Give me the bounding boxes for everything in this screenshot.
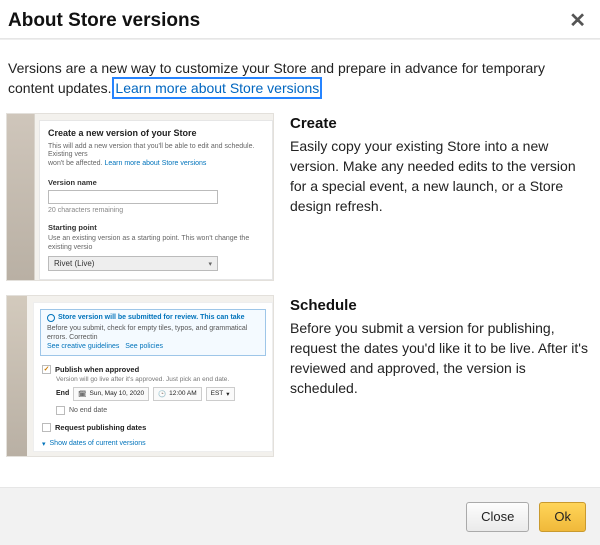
clock-icon: 🕒	[158, 390, 166, 398]
about-store-versions-modal: About Store versions ✕ Versions are a ne…	[0, 0, 600, 545]
thumb-end-label: End	[56, 390, 69, 397]
thumb-starting-point-desc: Use an existing version as a starting po…	[48, 235, 264, 253]
thumb-no-end-row: No end date	[56, 406, 264, 415]
thumb-publish-help: Version will go live after it's approved…	[56, 376, 264, 383]
thumbnail-schedule: Store version will be submitted for revi…	[6, 295, 274, 457]
checkbox-icon: ✓	[42, 365, 51, 374]
modal-footer: Close Ok	[0, 487, 600, 545]
thumb-info-banner: Store version will be submitted for revi…	[40, 309, 266, 356]
thumb-schedule-sidebar	[7, 296, 27, 456]
thumb-info-body: Before you submit, check for empty tiles…	[47, 325, 247, 341]
thumb-create-desc: This will add a new version that you'll …	[48, 143, 264, 169]
thumb-publish-block: ✓ Publish when approved Version will go …	[40, 362, 266, 451]
intro-text: Versions are a new way to customize your…	[8, 58, 592, 99]
close-icon[interactable]: ✕	[569, 11, 586, 31]
section-schedule: Store version will be submitted for revi…	[6, 295, 594, 457]
thumbnail-create: Create a new version of your Store This …	[6, 113, 274, 281]
thumb-end-date: 🗓 Sun, May 10, 2020	[73, 387, 149, 401]
thumb-schedule-panel: Store version will be submitted for revi…	[33, 302, 273, 452]
calendar-icon: 🗓	[78, 390, 86, 398]
caret-down-icon: ▾	[42, 440, 46, 448]
thumb-request-row: Request publishing dates	[42, 423, 264, 432]
thumb-char-remaining: 20 characters remaining	[48, 207, 264, 214]
modal-title: About Store versions	[8, 10, 200, 32]
thumb-disclosure: ▾ Show dates of current versions	[42, 440, 264, 448]
thumb-publish-label: Publish when approved	[55, 365, 139, 374]
checkbox-icon	[42, 423, 51, 432]
thumb-end-row: End 🗓 Sun, May 10, 2020 🕒 12:00 AM EST	[56, 387, 264, 401]
ok-button[interactable]: Ok	[539, 502, 586, 532]
modal-body: Versions are a new way to customize your…	[0, 40, 600, 487]
thumb-info-title: Store version will be submitted for revi…	[58, 314, 244, 321]
thumb-end-tz: EST ▾	[206, 387, 235, 401]
thumb-starting-point-label: Starting point	[48, 223, 264, 232]
thumb-end-time: 🕒 12:00 AM	[153, 387, 202, 401]
thumb-create-panel-title: Create a new version of your Store	[48, 128, 264, 138]
chevron-down-icon: ▾	[208, 260, 212, 268]
thumb-starting-point-group: Starting point Use an existing version a…	[48, 223, 264, 272]
thumb-version-name-group: Version name 20 characters remaining	[48, 178, 264, 214]
thumb-version-name-label: Version name	[48, 178, 264, 187]
learn-more-link[interactable]: Learn more about Store versions	[115, 80, 319, 96]
thumb-info-link1: See creative guidelines	[47, 343, 119, 350]
section-create-desc: Create Easily copy your existing Store i…	[290, 113, 594, 281]
close-button[interactable]: Close	[466, 502, 529, 532]
modal-titlebar: About Store versions ✕	[0, 0, 600, 39]
section-create-body: Easily copy your existing Store into a n…	[290, 136, 594, 217]
thumb-create-sidebar	[7, 114, 35, 280]
checkbox-icon	[56, 406, 65, 415]
clock-icon	[47, 314, 55, 322]
section-schedule-desc: Schedule Before you submit a version for…	[290, 295, 594, 457]
section-create-heading: Create	[290, 115, 594, 132]
section-schedule-body: Before you submit a version for publishi…	[290, 318, 594, 399]
thumb-info-link2: See policies	[125, 343, 163, 350]
thumb-version-name-input	[48, 190, 218, 204]
section-create: Create a new version of your Store This …	[6, 113, 594, 281]
chevron-down-icon: ▾	[226, 390, 229, 398]
thumb-starting-point-select: Rivet (Live) ▾	[48, 256, 218, 271]
thumb-create-panel: Create a new version of your Store This …	[39, 120, 273, 280]
section-schedule-heading: Schedule	[290, 297, 594, 314]
